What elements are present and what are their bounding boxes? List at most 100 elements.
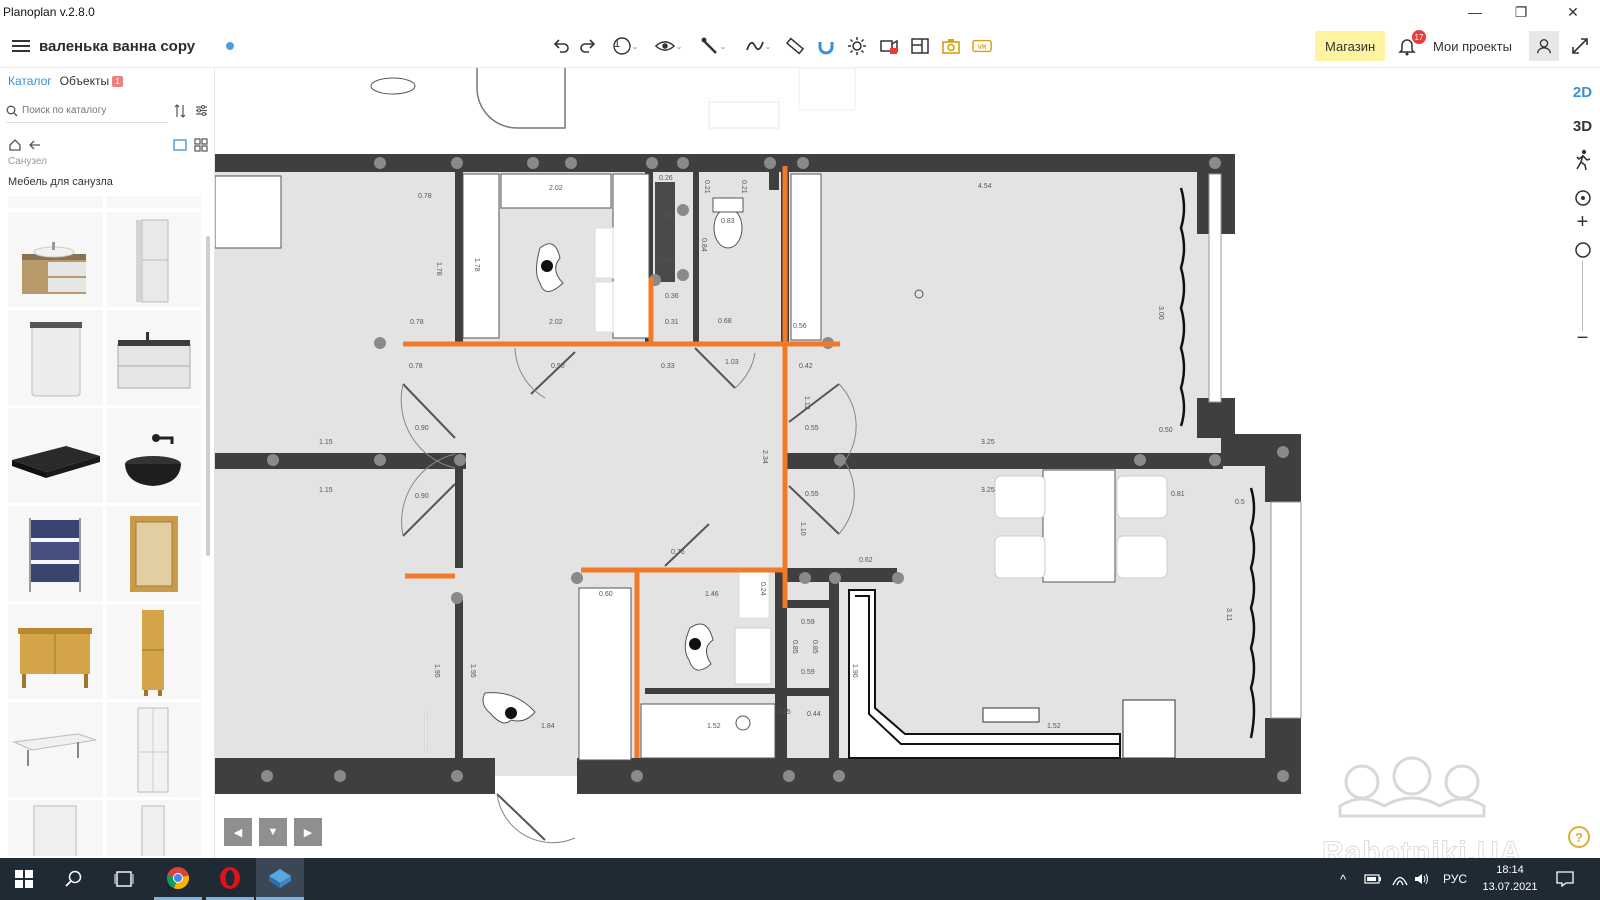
catalog-item-tall-cabinet-white[interactable]: [106, 702, 201, 797]
svg-text:1.12: 1.12: [803, 396, 810, 410]
back-arrow-icon[interactable]: [28, 138, 42, 152]
shop-button[interactable]: Магазин: [1315, 31, 1386, 61]
lighting-button[interactable]: [844, 34, 870, 58]
magnet-button[interactable]: [813, 34, 839, 58]
pan-left-button[interactable]: ◀: [224, 818, 252, 846]
vr-button[interactable]: VR: [969, 34, 995, 58]
redo-button[interactable]: [575, 34, 601, 58]
wave-line-icon: [745, 41, 764, 51]
breadcrumb[interactable]: Санузел: [8, 156, 47, 167]
notification-center-icon[interactable]: [1556, 858, 1574, 900]
undo-icon: [553, 39, 569, 53]
photo-button[interactable]: [938, 34, 964, 58]
zoom-slider-track[interactable]: [1582, 261, 1583, 331]
sort-button[interactable]: [174, 104, 186, 123]
close-button[interactable]: ✕: [1550, 0, 1596, 24]
input-language[interactable]: РУС: [1443, 858, 1467, 900]
svg-text:1.78: 1.78: [435, 262, 442, 276]
svg-text:0.84: 0.84: [700, 238, 707, 252]
plan-canvas[interactable]: 0.78 1.78 1.78 2.02 2.02 0.26 0.21 0.21 …: [215, 68, 1565, 858]
category-title: Мебель для санузла: [8, 176, 113, 188]
project-title[interactable]: валенька ванна сору: [39, 38, 195, 55]
tall-cabinet-white-thumbnail-icon: [137, 707, 169, 793]
grid-view-icon[interactable]: [194, 138, 208, 152]
catalog-item-cabinet[interactable]: [8, 800, 103, 856]
svg-text:0.78: 0.78: [409, 363, 423, 370]
wood-console-thumbnail-icon: [18, 628, 92, 688]
minimize-button[interactable]: —: [1452, 0, 1498, 24]
system-clock[interactable]: 18:14 13.07.2021: [1480, 862, 1540, 896]
fullscreen-button[interactable]: [1567, 34, 1593, 58]
layout-button[interactable]: [907, 34, 933, 58]
tray-overflow-icon[interactable]: ^: [1340, 858, 1346, 900]
planoplan-taskbar-app[interactable]: [256, 858, 304, 900]
notifications-button[interactable]: 17: [1394, 30, 1426, 58]
line-tool-dropdown[interactable]: ⌄: [740, 34, 776, 58]
chrome-taskbar-app[interactable]: [154, 858, 202, 900]
chair: [994, 535, 1046, 579]
single-view-icon[interactable]: [173, 138, 187, 152]
catalog-scrollbar[interactable]: [206, 236, 210, 556]
camera-icon: [942, 39, 960, 54]
draw-tool-dropdown[interactable]: ⌄: [695, 34, 731, 58]
view-2d-button[interactable]: 2D: [1565, 78, 1600, 106]
search-input[interactable]: [22, 105, 157, 116]
wifi-icon[interactable]: [1392, 858, 1408, 900]
svg-text:3.00: 3.00: [1157, 306, 1164, 320]
floor-selector[interactable]: 1 ⌄: [607, 34, 643, 58]
catalog-item-cabinet-narrow[interactable]: [106, 800, 201, 856]
svg-text:0.81: 0.81: [1171, 491, 1185, 498]
svg-text:0.44: 0.44: [807, 711, 821, 718]
catalog-item-vanity-wood[interactable]: [8, 212, 103, 307]
my-projects-link[interactable]: Мои проекты: [1433, 31, 1512, 61]
start-button[interactable]: [0, 858, 48, 900]
svg-text:1.15: 1.15: [319, 487, 333, 494]
help-button[interactable]: ?: [1568, 826, 1590, 848]
battery-icon[interactable]: [1364, 858, 1382, 900]
hamburger-icon: [12, 40, 30, 52]
volume-icon[interactable]: [1414, 858, 1430, 900]
chevron-down-icon: ⌄: [719, 41, 727, 51]
catalog-item-wood-console[interactable]: [8, 604, 103, 699]
svg-text:0.24: 0.24: [759, 582, 766, 596]
view-3d-button[interactable]: 3D: [1565, 112, 1600, 140]
home-icon[interactable]: [8, 138, 22, 152]
catalog-item-wood-column[interactable]: [106, 604, 201, 699]
pan-right-button[interactable]: ▶: [294, 818, 322, 846]
catalog-search: [6, 99, 168, 123]
video-button[interactable]: [876, 34, 902, 58]
catalog-item-vessel-sink[interactable]: [106, 408, 201, 503]
catalog-item-sink-cabinet[interactable]: [106, 310, 201, 405]
catalog-item-wall-shelf[interactable]: [8, 702, 103, 797]
catalog-item-base-cabinet[interactable]: [8, 310, 103, 405]
tab-objects[interactable]: Объекты 1: [60, 74, 124, 88]
user-avatar-button[interactable]: [1529, 31, 1559, 61]
restore-button[interactable]: ❐: [1498, 0, 1544, 24]
vessel-sink-thumbnail-icon: [125, 434, 181, 486]
svg-text:1.95: 1.95: [469, 664, 476, 678]
layout-icon: [911, 38, 929, 54]
walk-mode-button[interactable]: [1565, 146, 1600, 174]
undo-button[interactable]: [548, 34, 574, 58]
tab-catalog[interactable]: Каталог: [8, 74, 52, 88]
catalog-item-mirror-cabinet[interactable]: [106, 506, 201, 601]
zoom-slider-handle[interactable]: [1565, 236, 1600, 264]
ruler-button[interactable]: [782, 34, 808, 58]
menu-button[interactable]: [12, 24, 30, 68]
svg-text:0.31: 0.31: [665, 319, 679, 326]
catalog-item-storage-cart[interactable]: [8, 506, 103, 601]
catalog-item[interactable]: [106, 196, 201, 208]
catalog-item[interactable]: [8, 196, 103, 208]
opera-taskbar-app[interactable]: [206, 858, 254, 900]
visibility-dropdown[interactable]: ⌄: [650, 34, 686, 58]
chair: [994, 475, 1046, 519]
catalog-item-black-shelf[interactable]: [8, 408, 103, 503]
task-view-button[interactable]: [100, 858, 148, 900]
title-bar: Planoplan v.2.8.0 — ❐ ✕: [0, 0, 1600, 24]
pan-down-button[interactable]: ▼: [259, 818, 287, 846]
catalog-item-tall-cabinet[interactable]: [106, 212, 201, 307]
zoom-out-button[interactable]: −: [1565, 324, 1600, 352]
search-taskbar-button[interactable]: [50, 858, 98, 900]
zoom-in-button[interactable]: +: [1565, 208, 1600, 236]
filter-button[interactable]: [195, 104, 208, 122]
